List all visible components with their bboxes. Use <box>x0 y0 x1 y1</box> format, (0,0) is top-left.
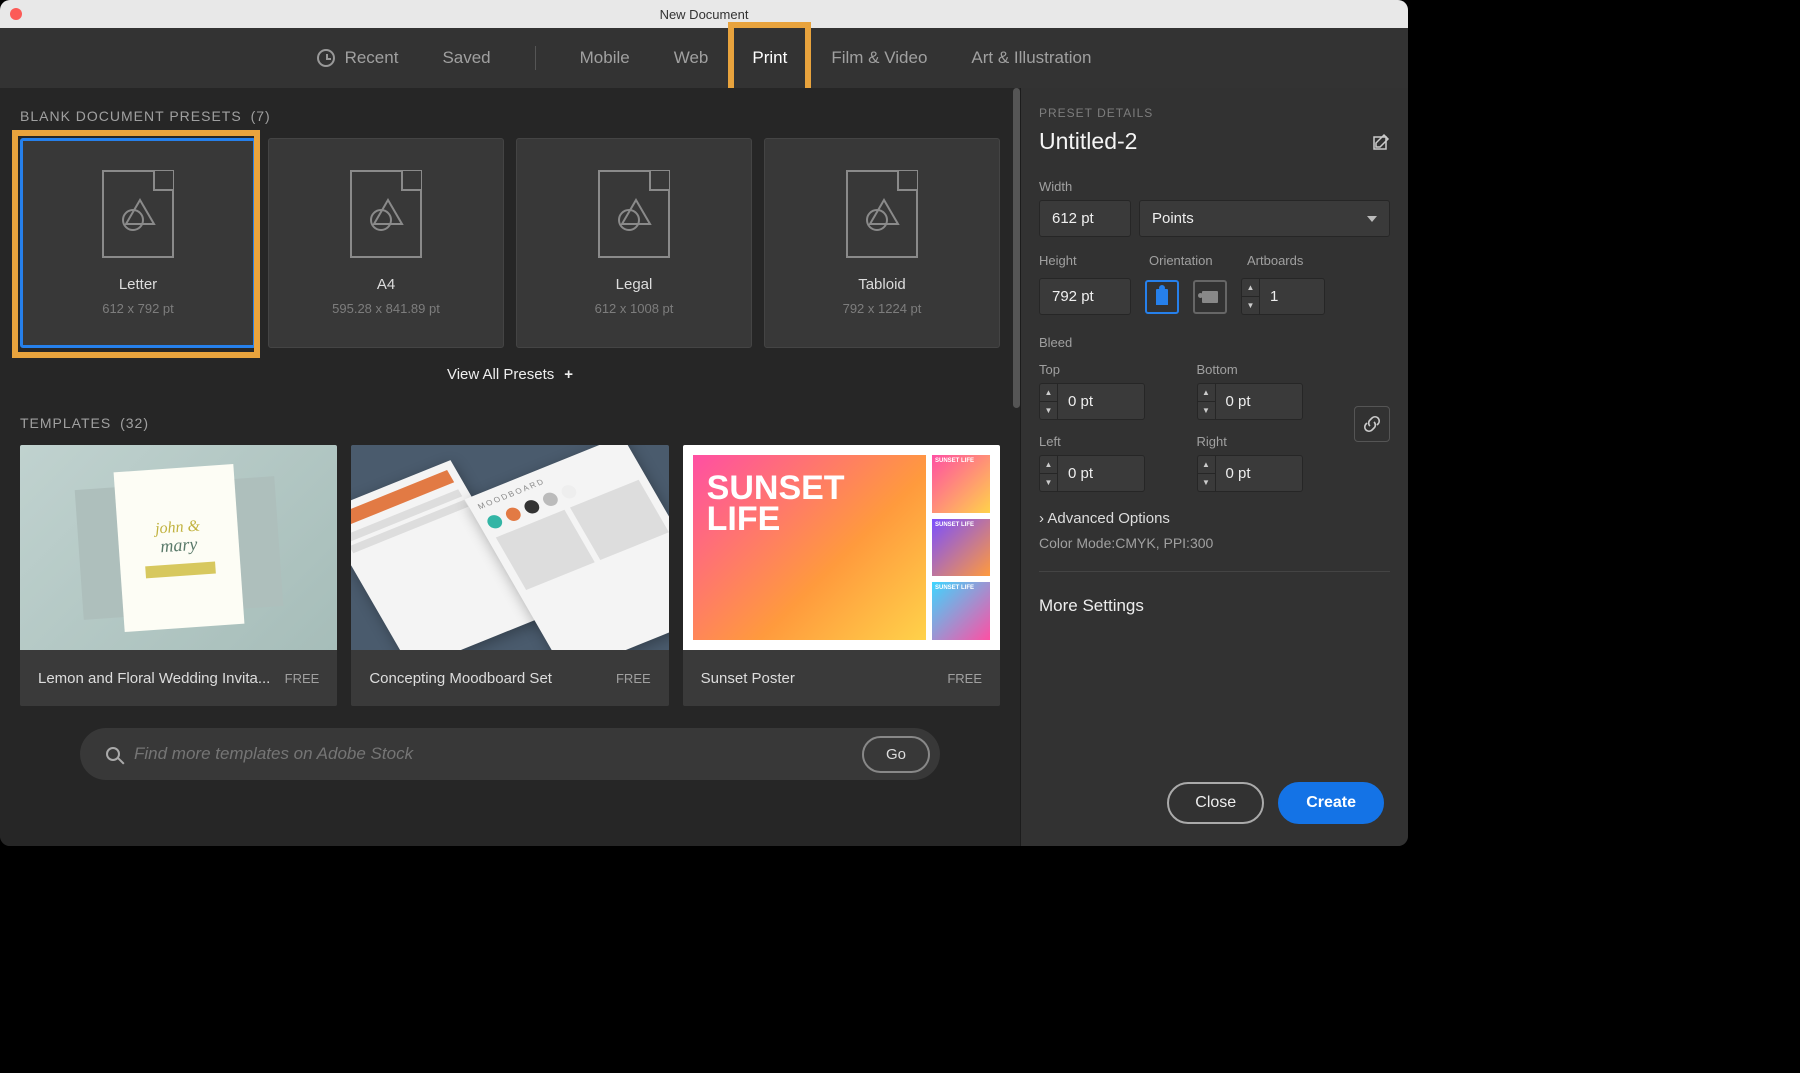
template-card[interactable]: SUNSET LIFE SUNSET LIFE SUNSET LIFE SUNS… <box>683 445 1000 706</box>
stock-search-input[interactable] <box>134 744 862 764</box>
width-label: Width <box>1039 179 1390 194</box>
main-panel: BLANK DOCUMENT PRESETS (7) Letter 612 x … <box>0 88 1020 846</box>
orientation-portrait[interactable] <box>1145 280 1179 314</box>
height-input[interactable] <box>1039 278 1131 315</box>
advanced-options-toggle[interactable]: Advanced Options <box>1039 510 1390 527</box>
template-price: FREE <box>285 671 320 686</box>
template-card[interactable]: john & mary Lemon and Floral Wedding Inv… <box>20 445 337 706</box>
bleed-left-label: Left <box>1039 434 1183 449</box>
tab-saved-label: Saved <box>442 48 490 68</box>
bleed-left-input[interactable] <box>1057 455 1145 492</box>
color-mode-info: Color Mode:CMYK, PPI:300 <box>1039 535 1390 551</box>
clock-icon <box>317 49 335 67</box>
more-settings-button[interactable]: More Settings <box>1039 596 1390 616</box>
title-bar: New Document <box>0 0 1408 28</box>
tab-saved[interactable]: Saved <box>442 44 490 72</box>
tab-recent[interactable]: Recent <box>317 44 399 72</box>
template-thumbnail: SUNSET LIFE SUNSET LIFE SUNSET LIFE SUNS… <box>683 445 1000 650</box>
preset-letter[interactable]: Letter 612 x 792 pt <box>20 138 256 348</box>
tab-mobile[interactable]: Mobile <box>580 44 630 72</box>
template-price: FREE <box>616 671 651 686</box>
preset-details-panel: PRESET DETAILS Untitled-2 Width Points H… <box>1020 88 1408 846</box>
units-select[interactable]: Points <box>1139 200 1390 237</box>
preset-dimensions: 595.28 x 841.89 pt <box>332 301 440 316</box>
document-name[interactable]: Untitled-2 <box>1039 128 1137 155</box>
bleed-bottom-input[interactable] <box>1215 383 1303 420</box>
page-icon <box>846 170 918 258</box>
tab-film[interactable]: Film & Video <box>831 44 927 72</box>
page-icon <box>102 170 174 258</box>
tab-web[interactable]: Web <box>674 44 709 72</box>
scrollbar[interactable] <box>1013 88 1020 408</box>
templates-section-title: TEMPLATES (32) <box>20 415 1000 431</box>
bleed-top-input[interactable] <box>1057 383 1145 420</box>
presets-section-title: BLANK DOCUMENT PRESETS (7) <box>20 108 1000 124</box>
template-name: Sunset Poster <box>701 670 795 687</box>
step-down-icon[interactable]: ▼ <box>1242 297 1259 314</box>
orientation-landscape[interactable] <box>1193 280 1227 314</box>
template-thumbnail: MOODBOARD <box>351 445 668 650</box>
edit-name-icon[interactable] <box>1372 133 1390 151</box>
template-name: Lemon and Floral Wedding Invita... <box>38 670 270 687</box>
width-input[interactable] <box>1039 200 1131 237</box>
preset-name: Letter <box>119 276 157 293</box>
view-all-presets[interactable]: View All Presets+ <box>20 366 1000 383</box>
tab-art-label: Art & Illustration <box>971 48 1091 68</box>
template-price: FREE <box>947 671 982 686</box>
stock-search-bar: Go <box>80 728 940 780</box>
step-up-icon[interactable]: ▲ <box>1242 279 1259 297</box>
template-name: Concepting Moodboard Set <box>369 670 552 687</box>
close-button[interactable]: Close <box>1167 782 1264 824</box>
bleed-top-label: Top <box>1039 362 1183 377</box>
preset-dimensions: 612 x 792 pt <box>102 301 174 316</box>
bleed-left-stepper[interactable]: ▲▼ <box>1039 455 1183 492</box>
page-icon <box>598 170 670 258</box>
search-icon <box>106 747 120 761</box>
tab-web-label: Web <box>674 48 709 68</box>
template-thumbnail: john & mary <box>20 445 337 650</box>
bleed-top-stepper[interactable]: ▲▼ <box>1039 383 1183 420</box>
window-title: New Document <box>22 7 1386 22</box>
preset-tabloid[interactable]: Tabloid 792 x 1224 pt <box>764 138 1000 348</box>
orientation-label: Orientation <box>1149 253 1229 268</box>
artboards-input[interactable] <box>1259 278 1325 315</box>
tab-print-label: Print <box>752 48 787 68</box>
preset-dimensions: 792 x 1224 pt <box>843 301 922 316</box>
preset-legal[interactable]: Legal 612 x 1008 pt <box>516 138 752 348</box>
create-button[interactable]: Create <box>1278 782 1384 824</box>
tab-mobile-label: Mobile <box>580 48 630 68</box>
tab-art[interactable]: Art & Illustration <box>971 44 1091 72</box>
artboards-label: Artboards <box>1247 253 1303 268</box>
tab-print[interactable]: Print <box>752 44 787 72</box>
category-tabs: Recent Saved Mobile Web Print Film & Vid… <box>0 28 1408 88</box>
bleed-label: Bleed <box>1039 335 1390 350</box>
go-button[interactable]: Go <box>862 736 930 773</box>
tab-recent-label: Recent <box>345 48 399 68</box>
tab-film-label: Film & Video <box>831 48 927 68</box>
link-bleed-icon[interactable] <box>1354 406 1390 442</box>
bleed-right-input[interactable] <box>1215 455 1303 492</box>
window-close-dot[interactable] <box>10 8 22 20</box>
preset-name: A4 <box>377 276 395 293</box>
chevron-down-icon <box>1367 216 1377 222</box>
preset-name: Tabloid <box>858 276 906 293</box>
template-card[interactable]: MOODBOARD <box>351 445 668 706</box>
bleed-right-stepper[interactable]: ▲▼ <box>1197 455 1341 492</box>
bleed-bottom-label: Bottom <box>1197 362 1341 377</box>
preset-dimensions: 612 x 1008 pt <box>595 301 674 316</box>
height-label: Height <box>1039 253 1131 268</box>
details-header: PRESET DETAILS <box>1039 106 1390 120</box>
preset-name: Legal <box>616 276 653 293</box>
bleed-bottom-stepper[interactable]: ▲▼ <box>1197 383 1341 420</box>
artboards-stepper[interactable]: ▲▼ <box>1241 278 1325 315</box>
preset-a4[interactable]: A4 595.28 x 841.89 pt <box>268 138 504 348</box>
tab-divider <box>535 46 536 70</box>
bleed-right-label: Right <box>1197 434 1341 449</box>
page-icon <box>350 170 422 258</box>
